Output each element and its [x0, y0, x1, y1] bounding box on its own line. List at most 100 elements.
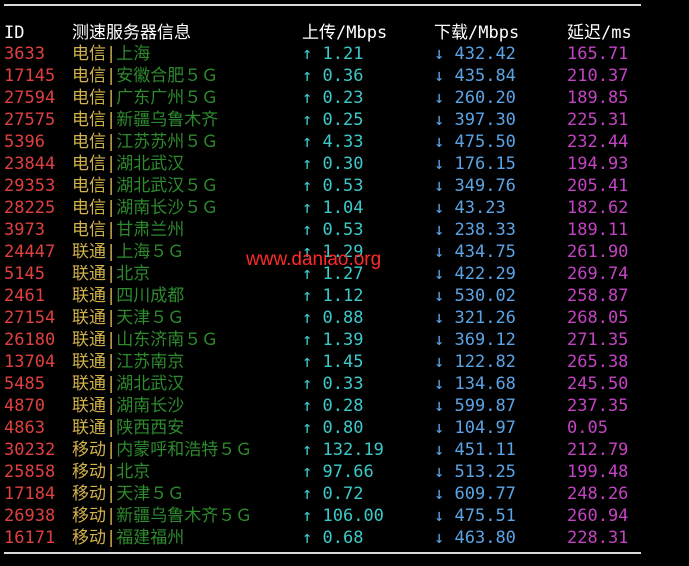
up-arrow-icon: ↑ [302, 154, 313, 174]
down-arrow-icon: ↓ [434, 110, 445, 130]
top-divider [4, 4, 641, 6]
server-info: 联通|北京 [72, 263, 150, 285]
download-value: 397.30 [454, 110, 516, 130]
table-row: 5485 联通|湖北武汉 ↑ 0.33 ↓ 134.68 245.50 [0, 373, 689, 395]
download-value: 463.80 [454, 528, 516, 548]
separator: | [106, 440, 117, 460]
isp-name: 联通 [72, 374, 106, 394]
upload-value: 0.28 [322, 396, 364, 416]
download-value: 134.68 [454, 374, 516, 394]
down-arrow-icon: ↓ [434, 396, 445, 416]
latency-value: 248.26 [567, 484, 629, 504]
download-cell: ↓ 422.29 [434, 263, 516, 285]
upload-cell: ↑ 1.45 [302, 351, 363, 373]
header-latency: 延迟/ms [567, 23, 632, 43]
upload-value: 0.68 [322, 528, 364, 548]
latency-value: 232.44 [567, 132, 629, 152]
upload-cell: ↑ 0.88 [302, 307, 363, 329]
download-value: 349.76 [454, 176, 516, 196]
download-value: 260.20 [454, 88, 516, 108]
isp-name: 移动 [72, 506, 106, 526]
row-id: 24447 [4, 242, 56, 262]
server-location: 福建福州 [116, 528, 185, 548]
up-arrow-icon: ↑ [302, 44, 313, 64]
server-location: 安徽合肥５Ｇ [116, 66, 219, 86]
download-value: 122.82 [454, 352, 516, 372]
down-arrow-icon: ↓ [434, 198, 445, 218]
row-id: 28225 [4, 198, 56, 218]
server-location: 内蒙呼和浩特５Ｇ [116, 440, 253, 460]
upload-value: 0.72 [322, 484, 364, 504]
separator: | [106, 352, 117, 372]
upload-cell: ↑ 97.66 [302, 461, 374, 483]
download-cell: ↓ 122.82 [434, 351, 516, 373]
isp-name: 电信 [72, 110, 106, 130]
row-id: 27154 [4, 308, 56, 328]
download-cell: ↓ 434.75 [434, 241, 516, 263]
isp-name: 联通 [72, 396, 106, 416]
separator: | [106, 330, 117, 350]
server-info: 电信|甘肃兰州 [72, 219, 184, 241]
separator: | [106, 88, 117, 108]
row-id: 3973 [4, 220, 45, 240]
download-value: 530.02 [454, 286, 516, 306]
upload-value: 0.88 [322, 308, 364, 328]
latency-value: 258.87 [567, 286, 629, 306]
latency-value: 189.85 [567, 88, 629, 108]
upload-value: 0.23 [322, 88, 364, 108]
download-value: 104.97 [454, 418, 516, 438]
server-info: 电信|湖南长沙５Ｇ [72, 197, 218, 219]
table-row: 17145 电信|安徽合肥５Ｇ ↑ 0.36 ↓ 435.84 210.37 [0, 65, 689, 87]
upload-value: 0.25 [322, 110, 364, 130]
upload-cell: ↑ 1.04 [302, 197, 363, 219]
download-value: 422.29 [454, 264, 516, 284]
isp-name: 移动 [72, 462, 106, 482]
download-cell: ↓ 609.77 [434, 483, 516, 505]
down-arrow-icon: ↓ [434, 66, 445, 86]
down-arrow-icon: ↓ [434, 418, 445, 438]
table-header: ID 测速服务器信息 上传/Mbps 下载/Mbps 延迟/ms [0, 22, 689, 44]
up-arrow-icon: ↑ [302, 88, 313, 108]
separator: | [106, 286, 117, 306]
server-info: 联通|天津５Ｇ [72, 307, 184, 329]
download-cell: ↓ 435.84 [434, 65, 516, 87]
table-row: 30232 移动|内蒙呼和浩特５Ｇ ↑ 132.19 ↓ 451.11 212.79 [0, 439, 689, 461]
down-arrow-icon: ↓ [434, 462, 445, 482]
separator: | [106, 198, 117, 218]
download-value: 432.42 [454, 44, 516, 64]
separator: | [106, 528, 117, 548]
up-arrow-icon: ↑ [302, 374, 313, 394]
separator: | [106, 154, 117, 174]
download-cell: ↓ 43.23 [434, 197, 506, 219]
latency-value: 271.35 [567, 330, 629, 350]
download-value: 369.12 [454, 330, 516, 350]
up-arrow-icon: ↑ [302, 418, 313, 438]
row-id: 30232 [4, 440, 56, 460]
upload-cell: ↑ 0.23 [302, 87, 363, 109]
header-id: ID [4, 23, 25, 43]
separator: | [106, 418, 117, 438]
download-value: 513.25 [454, 462, 516, 482]
down-arrow-icon: ↓ [434, 374, 445, 394]
upload-value: 1.12 [322, 286, 364, 306]
server-location: 新疆乌鲁木齐５Ｇ [116, 506, 253, 526]
server-info: 电信|广东广州５Ｇ [72, 87, 218, 109]
isp-name: 移动 [72, 484, 106, 504]
isp-name: 联通 [72, 330, 106, 350]
server-info: 电信|安徽合肥５Ｇ [72, 65, 218, 87]
server-location: 江苏南京 [116, 352, 185, 372]
up-arrow-icon: ↑ [302, 396, 313, 416]
row-id: 26938 [4, 506, 56, 526]
row-id: 2461 [4, 286, 45, 306]
up-arrow-icon: ↑ [302, 132, 313, 152]
up-arrow-icon: ↑ [302, 528, 313, 548]
download-cell: ↓ 176.15 [434, 153, 516, 175]
upload-value: 0.53 [322, 220, 364, 240]
row-id: 23844 [4, 154, 56, 174]
download-value: 176.15 [454, 154, 516, 174]
download-cell: ↓ 530.02 [434, 285, 516, 307]
results-table: 3633 电信|上海 ↑ 1.21 ↓ 432.42 165.71 17145 电信|安徽合… [0, 43, 689, 549]
table-row: 27594 电信|广东广州５Ｇ ↑ 0.23 ↓ 260.20 189.85 [0, 87, 689, 109]
down-arrow-icon: ↓ [434, 330, 445, 350]
down-arrow-icon: ↓ [434, 352, 445, 372]
